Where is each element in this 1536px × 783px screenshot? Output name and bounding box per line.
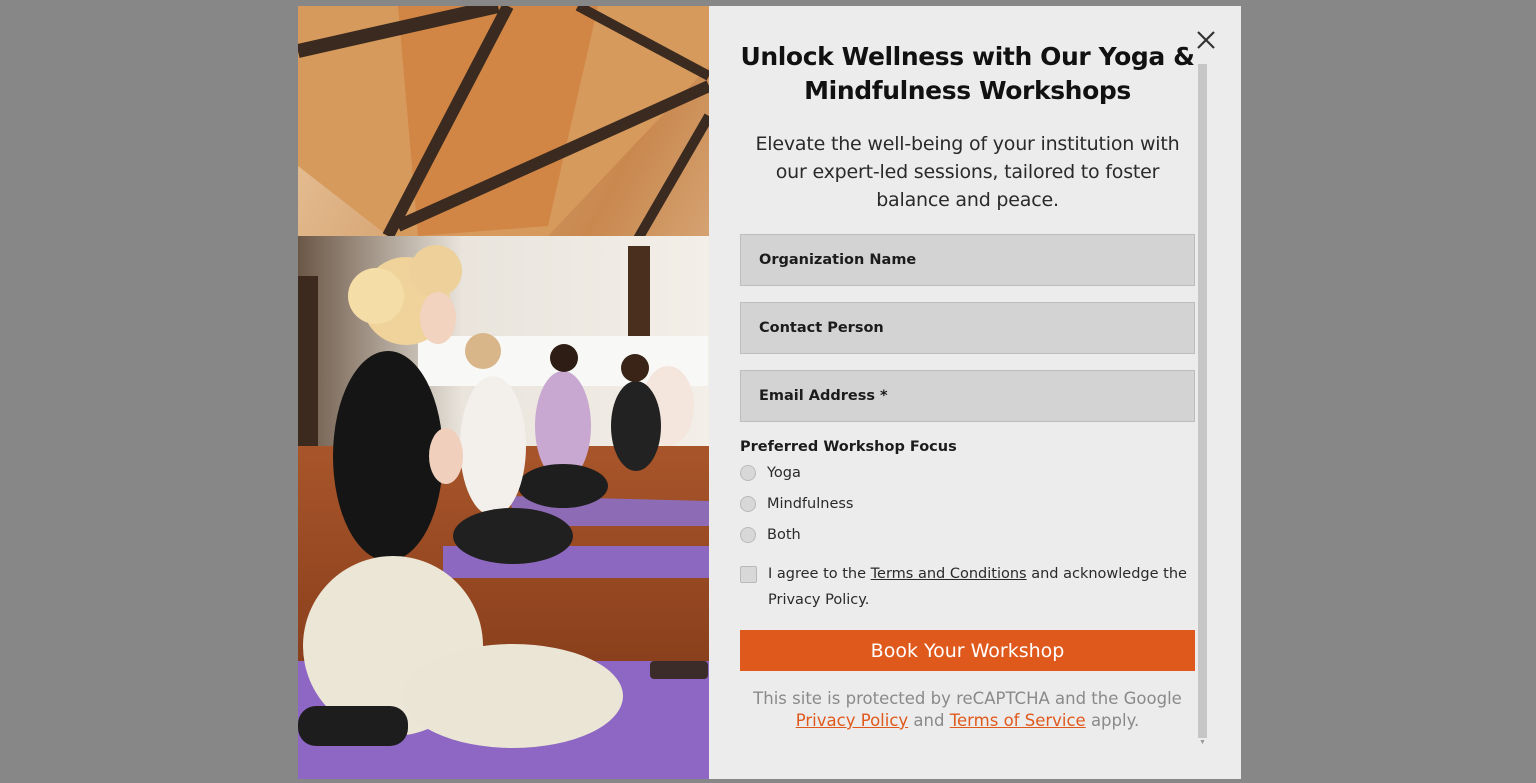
modal-title: Unlock Wellness with Our Yoga & Mindfuln… [740,42,1195,105]
radio-button[interactable] [740,526,756,543]
workshop-modal: ▼ Unlock Wellness with Our Yoga & Mindfu… [298,6,1241,779]
recaptcha-line: This site is protected by reCAPTCHA and … [753,689,1182,708]
terms-of-service-link[interactable]: Terms of Service [950,711,1086,730]
recaptcha-and: and [908,711,950,730]
form-content: Unlock Wellness with Our Yoga & Mindfuln… [740,40,1195,732]
terms-agreement: I agree to the Terms and Conditions and … [740,561,1195,613]
radio-label: Mindfulness [767,495,854,512]
form-panel: ▼ Unlock Wellness with Our Yoga & Mindfu… [709,6,1241,779]
privacy-policy-link[interactable]: Privacy Policy [796,711,908,730]
close-button[interactable] [1192,26,1220,54]
radio-button[interactable] [740,464,756,481]
terms-text-before: I agree to the [768,566,871,582]
recaptcha-apply: apply. [1085,711,1140,730]
contact-field[interactable] [740,302,1195,354]
workshop-focus-group: Yoga Mindfulness Both [740,457,1195,550]
radio-button[interactable] [740,495,756,512]
recaptcha-links: Privacy Policy and Terms of Service appl… [740,710,1195,732]
terms-text: I agree to the Terms and Conditions and … [768,561,1195,613]
close-icon [1197,31,1215,49]
radio-option-yoga[interactable]: Yoga [740,457,1195,488]
yoga-class-photo [298,6,709,779]
terms-checkbox[interactable] [740,566,757,583]
radio-label: Both [767,526,801,543]
email-input[interactable] [757,387,1194,405]
organization-field[interactable] [740,234,1195,286]
radio-option-both[interactable]: Both [740,519,1195,550]
yoga-photo-illustration [298,6,709,779]
scrollbar[interactable] [1198,64,1207,738]
organization-input[interactable] [757,251,1194,269]
modal-subtitle: Elevate the well-being of your instituti… [755,133,1180,211]
book-workshop-button[interactable]: Book Your Workshop [740,630,1195,671]
recaptcha-notice: This site is protected by reCAPTCHA and … [740,688,1195,732]
terms-link[interactable]: Terms and Conditions [871,566,1027,582]
contact-input[interactable] [757,319,1194,337]
workshop-focus-label: Preferred Workshop Focus [740,439,957,455]
radio-label: Yoga [767,464,801,481]
scroll-down-arrow-icon[interactable]: ▼ [1198,739,1207,747]
radio-option-mindfulness[interactable]: Mindfulness [740,488,1195,519]
email-field[interactable] [740,370,1195,422]
